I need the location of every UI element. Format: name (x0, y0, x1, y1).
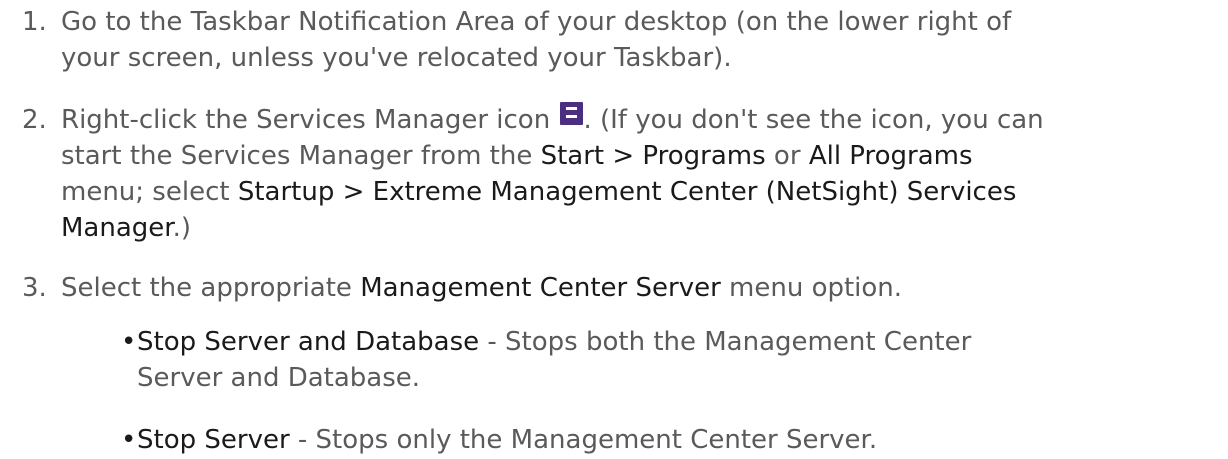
text-run: .) (172, 213, 192, 243)
step-line: Go to the Taskbar Notification Area of y… (61, 7, 1012, 37)
menu-path-start-programs: Start > Programs (540, 141, 766, 171)
step-text: Select the appropriate Management Center… (61, 270, 1221, 306)
step-line: your screen, unless you've relocated you… (61, 43, 732, 73)
procedure-document: 1. Go to the Taskbar Notification Area o… (0, 0, 1228, 459)
services-manager-e-icon (560, 102, 584, 125)
text-run: Right-click the Services Manager icon (61, 105, 559, 135)
step-line: Manager.) (61, 210, 1221, 246)
step-text: Go to the Taskbar Notification Area of y… (61, 4, 1221, 76)
bullet-desc: - Stops only the Management Center Serve… (289, 425, 878, 455)
text-run: or (765, 141, 809, 171)
bullet-line: Stop Server and Database - Stops both th… (137, 324, 1217, 360)
text-run: start the Services Manager from the (61, 141, 541, 171)
step-line: Right-click the Services Manager icon . … (61, 102, 1221, 138)
step-number: 1. (22, 7, 47, 37)
menu-path-manager: Manager (61, 213, 173, 243)
bullet-line: Stop Server - Stops only the Management … (137, 422, 1217, 458)
step-line: menu; select Startup > Extreme Managemen… (61, 174, 1221, 210)
text-run: menu; select (61, 177, 238, 207)
step-number: 3. (22, 273, 47, 303)
bullet-desc: - Stops both the Management Center (479, 327, 972, 357)
management-center-server-term: Management Center Server (360, 273, 721, 303)
step-number: 2. (22, 105, 47, 135)
menu-path-all-programs: All Programs (808, 141, 973, 171)
text-run: Select the appropriate (61, 273, 361, 303)
step-line: start the Services Manager from the Star… (61, 138, 1221, 174)
bullet-term: Stop Server and Database (137, 327, 480, 357)
step-line: Select the appropriate Management Center… (61, 270, 1221, 306)
menu-path-startup: Startup > Extreme Management Center (Net… (237, 177, 1017, 207)
step-text: Right-click the Services Manager icon . … (61, 102, 1221, 246)
text-run: . (If you don't see the icon, you can (583, 105, 1044, 135)
bullet-text: Stop Server - Stops only the Management … (137, 422, 1217, 458)
bullet-text: Stop Server and Database - Stops both th… (137, 324, 1217, 396)
bullet-term: Stop Server (137, 425, 290, 455)
text-run: menu option. (720, 273, 903, 303)
bullet-line: Server and Database. (137, 363, 421, 393)
